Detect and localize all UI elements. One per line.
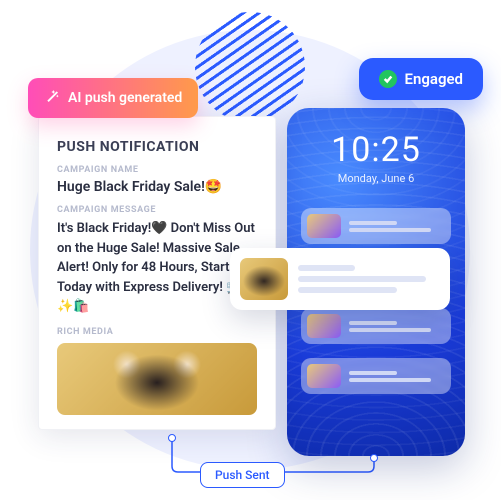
- campaign-message: It's Black Friday!🖤 Don't Miss Out on th…: [57, 219, 257, 317]
- notification-thumb: [307, 314, 341, 338]
- magic-wand-icon: [44, 88, 60, 108]
- notification-item: [301, 358, 451, 394]
- notification-thumb: [307, 214, 341, 238]
- notification-thumb: [307, 364, 341, 388]
- connector-node: [370, 454, 378, 462]
- engaged-label: Engaged: [405, 70, 463, 88]
- ai-badge-label: AI push generated: [68, 90, 182, 106]
- notification-text-placeholder: [349, 368, 445, 385]
- connector-node: [168, 434, 176, 442]
- campaign-name-label: CAMPAIGN NAME: [57, 165, 257, 175]
- popout-notification-card: [230, 248, 450, 310]
- checkmark-icon: [379, 70, 397, 88]
- lock-screen-time: 10:25: [287, 130, 465, 170]
- panel-title: PUSH NOTIFICATION: [57, 139, 257, 155]
- notification-item: [301, 208, 451, 244]
- campaign-name: Huge Black Friday Sale!🤩: [57, 179, 257, 195]
- rich-media-thumbnail: [57, 343, 257, 415]
- notification-text-placeholder: [349, 218, 445, 235]
- campaign-message-label: CAMPAIGN MESSAGE: [57, 205, 257, 215]
- engaged-badge: Engaged: [359, 58, 483, 100]
- ai-generated-badge: AI push generated: [28, 78, 198, 118]
- notification-text-placeholder: [349, 318, 445, 335]
- push-sent-label: Push Sent: [200, 462, 285, 488]
- card-thumbnail: [240, 258, 288, 300]
- notification-item: [301, 308, 451, 344]
- lock-screen-date: Monday, June 6: [287, 172, 465, 185]
- rich-media-label: RICH MEDIA: [57, 327, 257, 337]
- card-text-placeholder: [298, 260, 440, 298]
